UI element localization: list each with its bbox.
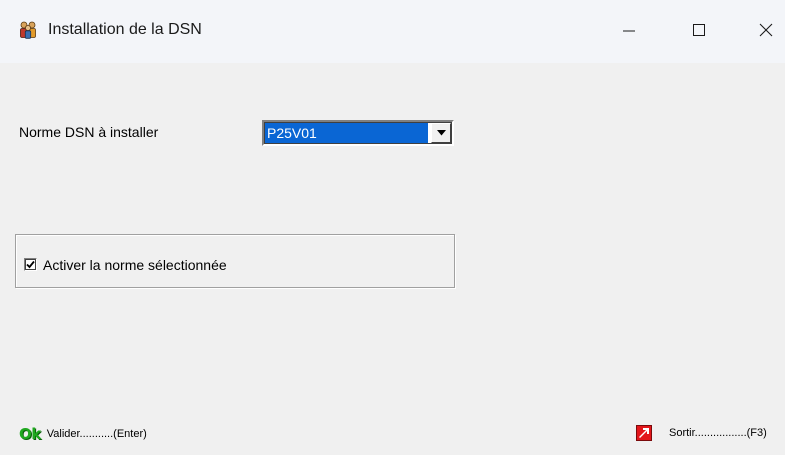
validate-label: Valider...........(Enter) [46, 428, 147, 440]
activate-norme-label[interactable]: Activer la norme sélectionnée [43, 257, 227, 273]
dropdown-button[interactable] [431, 123, 451, 143]
app-people-icon [19, 21, 37, 39]
activate-norme-checkbox[interactable] [24, 258, 37, 271]
close-button[interactable] [746, 14, 785, 46]
exit-arrow-icon [636, 425, 652, 441]
checkmark-icon [26, 260, 35, 269]
norme-dsn-label: Norme DSN à installer [19, 124, 159, 140]
dsn-install-window: Installation de la DSN Norme DSN à insta… [0, 0, 785, 455]
window-title: Installation de la DSN [48, 21, 202, 38]
title-bar[interactable]: Installation de la DSN [0, 0, 785, 63]
chevron-down-icon [436, 130, 446, 136]
validate-button[interactable]: Ok Valider...........(Enter) [19, 425, 147, 443]
ok-icon: Ok [19, 425, 41, 443]
minimize-icon [623, 30, 635, 32]
norme-dsn-select[interactable]: P25V01 [262, 120, 454, 146]
exit-button[interactable]: Sortir.................(F3) [636, 425, 767, 441]
minimize-button[interactable] [609, 14, 649, 46]
exit-label: Sortir.................(F3) [669, 427, 767, 439]
close-icon [759, 23, 773, 37]
maximize-icon [693, 24, 705, 36]
norme-dsn-selected-value[interactable]: P25V01 [265, 123, 428, 143]
maximize-button[interactable] [679, 14, 719, 46]
